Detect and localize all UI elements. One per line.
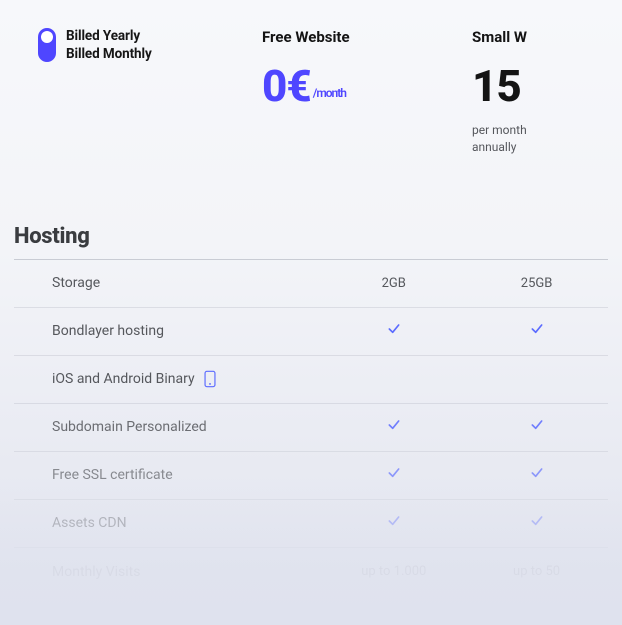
check-icon <box>529 321 545 337</box>
info-icon[interactable] <box>203 370 217 388</box>
check-icon <box>386 417 402 433</box>
feature-subdomain-small <box>465 417 608 437</box>
feature-cdn-free <box>322 513 465 533</box>
feature-storage-small: 25GB <box>465 276 608 291</box>
feature-visits-label: Monthly Visits <box>52 564 322 580</box>
plan-free: Free Website 0€/month <box>262 28 412 156</box>
plan-small-sub: per month annually <box>472 122 622 156</box>
feature-hosting-label: Bondlayer hosting <box>52 323 322 339</box>
feature-visits-small: up to 50 <box>465 564 608 579</box>
check-icon <box>529 513 545 529</box>
table-row: Assets CDN <box>14 500 608 548</box>
billing-yearly-label[interactable]: Billed Yearly <box>66 28 152 44</box>
plan-small-sub1: per month <box>472 123 527 137</box>
table-row: Subdomain Personalized <box>14 404 608 452</box>
check-icon <box>529 465 545 481</box>
check-icon <box>386 513 402 529</box>
table-row: Bondlayer hosting <box>14 308 608 356</box>
plan-free-price-unit: /month <box>313 86 346 100</box>
plan-small-price: 15 <box>472 64 622 108</box>
feature-storage-free: 2GB <box>322 276 465 291</box>
feature-subdomain-label: Subdomain Personalized <box>52 419 322 435</box>
feature-cdn-small <box>465 513 608 533</box>
plan-free-title: Free Website <box>262 28 412 46</box>
hosting-section: Hosting Storage 2GB 25GB Bondlayer hosti… <box>0 224 622 596</box>
plans-row: Free Website 0€/month Small W 15 per mon… <box>262 28 622 156</box>
table-row: iOS and Android Binary <box>14 356 608 404</box>
toggle-pill[interactable] <box>38 28 56 62</box>
feature-hosting-free <box>322 321 465 341</box>
plan-small-sub2: annually <box>472 140 516 154</box>
billing-monthly-label[interactable]: Billed Monthly <box>66 46 152 62</box>
table-row: Free SSL certificate <box>14 452 608 500</box>
feature-subdomain-free <box>322 417 465 437</box>
feature-ssl-small <box>465 465 608 485</box>
feature-binary-label: iOS and Android Binary <box>52 370 322 388</box>
plan-free-price: 0€/month <box>262 64 412 108</box>
plan-free-price-value: 0€ <box>262 60 311 112</box>
check-icon <box>386 321 402 337</box>
hosting-title: Hosting <box>14 224 608 260</box>
plan-small: Small W 15 per month annually <box>472 28 622 156</box>
table-row: Monthly Visits up to 1.000 up to 50 <box>14 548 608 596</box>
feature-binary-text: iOS and Android Binary <box>52 371 195 387</box>
feature-cdn-label: Assets CDN <box>52 515 322 531</box>
feature-visits-free: up to 1.000 <box>322 564 465 579</box>
feature-storage-label: Storage <box>52 275 322 291</box>
feature-ssl-free <box>322 465 465 485</box>
feature-hosting-small <box>465 321 608 341</box>
check-icon <box>386 465 402 481</box>
billing-labels: Billed Yearly Billed Monthly <box>66 28 152 62</box>
table-row: Storage 2GB 25GB <box>14 260 608 308</box>
plan-small-title: Small W <box>472 28 622 46</box>
check-icon <box>529 417 545 433</box>
feature-ssl-label: Free SSL certificate <box>52 467 322 483</box>
toggle-knob <box>41 31 53 43</box>
billing-toggle[interactable]: Billed Yearly Billed Monthly <box>38 28 184 62</box>
